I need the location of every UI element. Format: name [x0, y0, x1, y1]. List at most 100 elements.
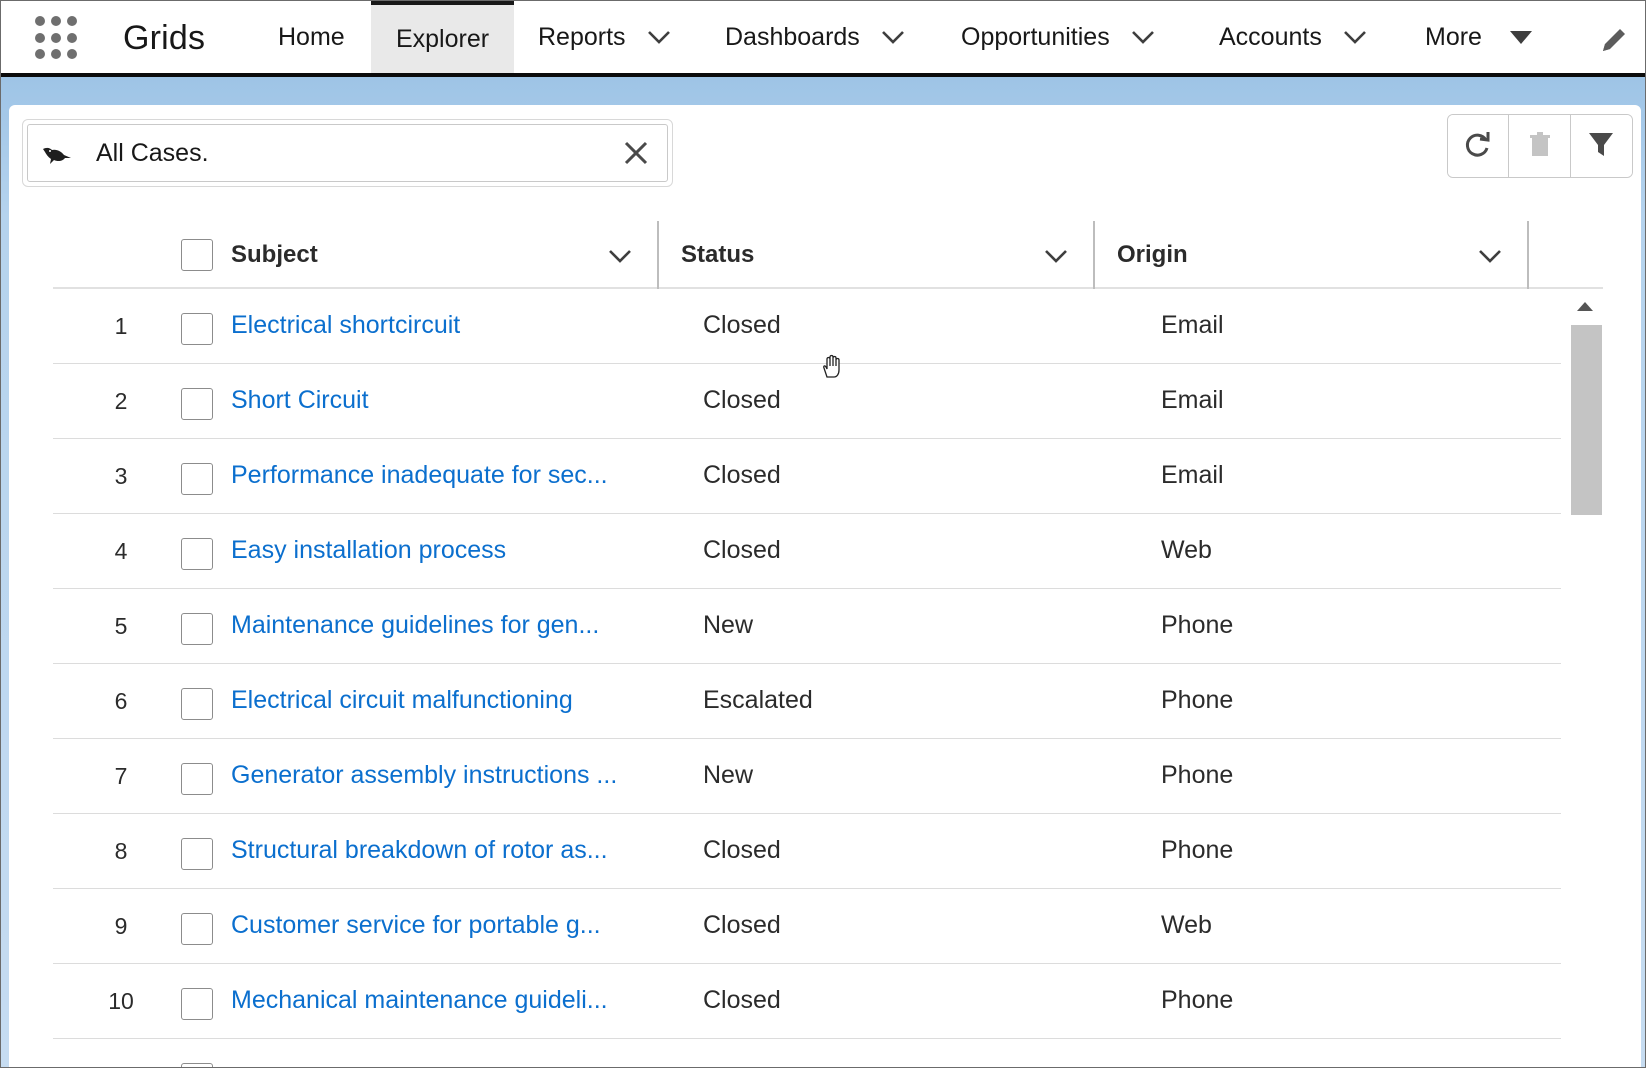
- origin-cell: Phone: [1161, 761, 1234, 789]
- row-checkbox[interactable]: [181, 463, 213, 495]
- row-checkbox[interactable]: [181, 313, 213, 345]
- row-number: 8: [114, 838, 128, 864]
- app-window: Grids Home Explorer Reports Dashboards O…: [0, 0, 1646, 1068]
- origin-cell: Phone: [1161, 686, 1234, 714]
- origin-cell: Web: [1161, 536, 1212, 564]
- status-cell: Closed: [703, 311, 781, 339]
- chevron-down-icon[interactable]: [1130, 24, 1156, 50]
- subject-link[interactable]: Short Circuit: [231, 386, 369, 415]
- scroll-up-arrow-icon[interactable]: [1577, 302, 1593, 311]
- row-checkbox[interactable]: [181, 538, 213, 570]
- subject-link[interactable]: Easy installation process: [231, 536, 506, 565]
- subject-link[interactable]: Mechanical maintenance guideli...: [231, 986, 608, 1015]
- row-number: 10: [108, 988, 134, 1014]
- row-checkbox[interactable]: [181, 388, 213, 420]
- close-icon[interactable]: [621, 138, 651, 168]
- filter-icon: [1586, 129, 1616, 164]
- nav-item-reports[interactable]: Reports: [514, 1, 696, 73]
- row-checkbox[interactable]: [181, 688, 213, 720]
- column-header-label: Status: [681, 241, 755, 268]
- status-cell: New: [703, 611, 754, 639]
- column-header-label: Origin: [1117, 241, 1188, 268]
- column-header-status[interactable]: Status: [657, 221, 1093, 289]
- status-cell: New: [703, 761, 754, 789]
- delete-button[interactable]: [1509, 115, 1571, 177]
- subject-link[interactable]: Structural breakdown of rotor as...: [231, 836, 608, 865]
- filter-button[interactable]: [1570, 115, 1632, 177]
- row-number: 2: [114, 388, 128, 414]
- nav-item-label: Dashboards: [725, 22, 860, 51]
- search-box: [27, 124, 668, 182]
- grid-card: Subject Status Origin 1: [9, 105, 1641, 1067]
- origin-cell: Email: [1161, 311, 1224, 339]
- table-row: 2 Short Circuit Closed Email: [53, 364, 1561, 439]
- table-row: 8 Structural breakdown of rotor as... Cl…: [53, 814, 1561, 889]
- origin-cell: Web: [1161, 911, 1212, 939]
- nav-item-more[interactable]: More: [1401, 1, 1556, 73]
- top-navigation-bar: Grids Home Explorer Reports Dashboards O…: [1, 1, 1645, 77]
- row-number: 5: [114, 613, 128, 639]
- nav-item-dashboards[interactable]: Dashboards: [701, 1, 930, 73]
- row-checkbox[interactable]: [181, 763, 213, 795]
- chevron-down-icon[interactable]: [1342, 24, 1368, 50]
- row-checkbox[interactable]: [181, 913, 213, 945]
- status-cell: Closed: [703, 986, 781, 1014]
- table-row: 3 Performance inadequate for sec... Clos…: [53, 439, 1561, 514]
- search-container: [22, 119, 673, 187]
- status-cell: Closed: [703, 461, 781, 489]
- column-header-origin[interactable]: Origin: [1093, 221, 1529, 289]
- origin-cell: Phone: [1161, 986, 1234, 1014]
- refresh-button[interactable]: [1448, 115, 1510, 177]
- nav-item-explorer[interactable]: Explorer: [371, 1, 514, 73]
- chevron-down-icon[interactable]: [605, 241, 635, 271]
- table-row: 4 Easy installation process Closed Web: [53, 514, 1561, 589]
- row-checkbox[interactable]: [181, 613, 213, 645]
- grid-actions-group: [1447, 114, 1633, 178]
- subject-link[interactable]: Electrical shortcircuit: [231, 311, 460, 340]
- subject-link[interactable]: Performance inadequate for sec...: [231, 461, 608, 490]
- status-cell: Closed: [703, 386, 781, 414]
- select-all-checkbox[interactable]: [181, 239, 213, 271]
- grid-header-row: Subject Status Origin: [53, 221, 1603, 289]
- status-cell: Closed: [703, 536, 781, 564]
- search-input[interactable]: [96, 133, 576, 173]
- row-checkbox[interactable]: [181, 1063, 213, 1067]
- nav-item-label: Home: [278, 22, 345, 51]
- nav-item-opportunities[interactable]: Opportunities: [937, 1, 1180, 73]
- chevron-down-icon[interactable]: [1041, 241, 1071, 271]
- table-row: 1 Electrical shortcircuit Closed Email: [53, 289, 1561, 364]
- table-row: 5 Maintenance guidelines for gen... New …: [53, 589, 1561, 664]
- trash-icon: [1525, 129, 1555, 164]
- chevron-down-icon[interactable]: [880, 24, 906, 50]
- table-row: 6 Electrical circuit malfunctioning Esca…: [53, 664, 1561, 739]
- row-number: 6: [114, 688, 128, 714]
- triangle-down-icon[interactable]: [1509, 30, 1532, 44]
- app-launcher-icon[interactable]: [34, 15, 80, 61]
- nav-item-label: Explorer: [395, 24, 490, 53]
- column-header-subject[interactable]: Subject: [223, 221, 657, 289]
- nav-item-accounts[interactable]: Accounts: [1195, 1, 1392, 73]
- status-cell: Escalated: [703, 686, 813, 714]
- scrollbar-thumb[interactable]: [1571, 325, 1602, 515]
- row-number: 4: [114, 538, 128, 564]
- pencil-icon[interactable]: [1597, 23, 1631, 57]
- row-number: 9: [114, 913, 128, 939]
- subject-link[interactable]: Maintenance guidelines for gen...: [231, 611, 599, 640]
- subject-link[interactable]: Electrical circuit malfunctioning: [231, 686, 573, 715]
- row-checkbox[interactable]: [181, 988, 213, 1020]
- bird-icon: [41, 140, 73, 166]
- row-checkbox[interactable]: [181, 838, 213, 870]
- table-row: [53, 1039, 1561, 1067]
- chevron-down-icon[interactable]: [1475, 241, 1505, 271]
- subject-link[interactable]: Customer service for portable g...: [231, 911, 601, 940]
- nav-item-home[interactable]: Home: [254, 1, 369, 73]
- nav-item-label: Reports: [538, 22, 626, 51]
- app-name: Grids: [123, 19, 206, 57]
- table-row: 9 Customer service for portable g... Clo…: [53, 889, 1561, 964]
- refresh-icon: [1463, 129, 1493, 164]
- subject-link[interactable]: Generator assembly instructions ...: [231, 761, 617, 790]
- row-number: 7: [114, 763, 128, 789]
- origin-cell: Email: [1161, 461, 1224, 489]
- nav-item-label: Accounts: [1219, 22, 1322, 51]
- chevron-down-icon[interactable]: [646, 24, 672, 50]
